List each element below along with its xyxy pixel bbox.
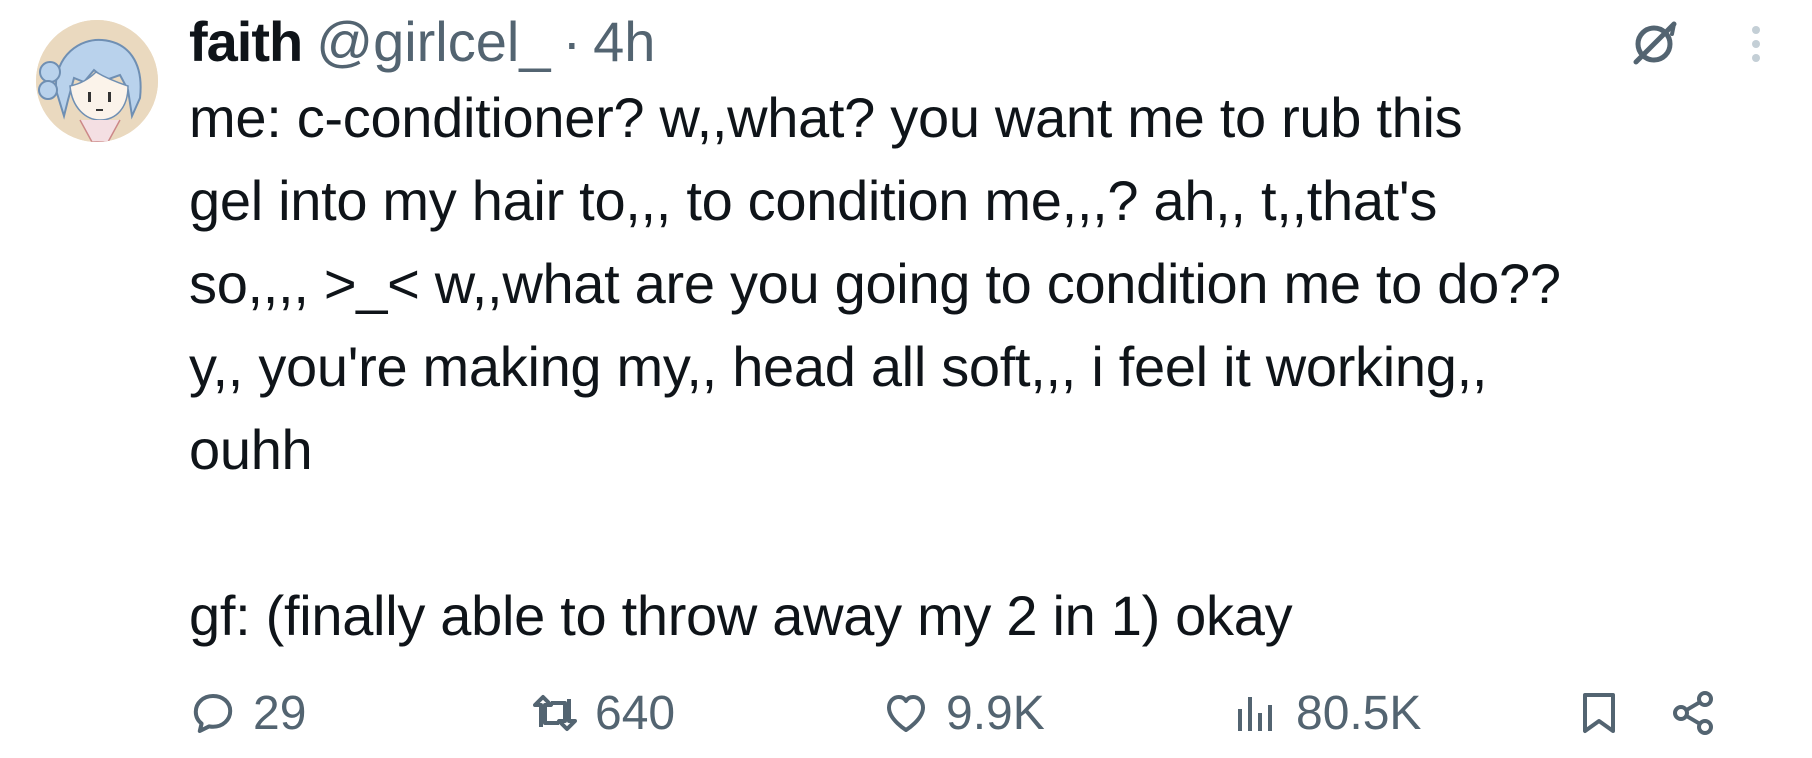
repost-count: 640 <box>595 686 676 740</box>
repost-icon <box>533 695 577 731</box>
heart-icon <box>887 695 925 732</box>
reply-icon <box>193 694 233 733</box>
grok-icon[interactable] <box>1630 18 1680 68</box>
author-name[interactable]: faith <box>189 9 303 74</box>
tweet-header: faith @girlcel_ · 4h <box>189 6 655 76</box>
avatar[interactable] <box>36 20 158 142</box>
more-options-icon[interactable] <box>1744 20 1768 68</box>
reply-button[interactable]: 29 <box>189 682 306 744</box>
avatar-image <box>36 20 158 142</box>
like-button[interactable]: 9.9K <box>882 682 1045 744</box>
bookmark-icon <box>1583 693 1615 733</box>
share-button[interactable] <box>1669 682 1717 744</box>
share-icon <box>1673 691 1713 735</box>
repost-button[interactable]: 640 <box>531 682 675 744</box>
view-count: 80.5K <box>1296 686 1422 740</box>
separator-dot: · <box>562 9 582 73</box>
views-button[interactable]: 80.5K <box>1232 682 1421 744</box>
bookmark-button[interactable] <box>1575 682 1623 744</box>
like-count: 9.9K <box>946 686 1045 740</box>
author-handle[interactable]: @girlcel_ <box>316 9 550 74</box>
tweet-text: me: c-conditioner? w,,what? you want me … <box>189 86 1561 647</box>
views-icon <box>1238 697 1272 731</box>
action-bar: 29 640 9.9K 80.5K <box>189 682 1749 744</box>
reply-count: 29 <box>253 686 307 740</box>
timestamp[interactable]: 4h <box>593 9 655 74</box>
